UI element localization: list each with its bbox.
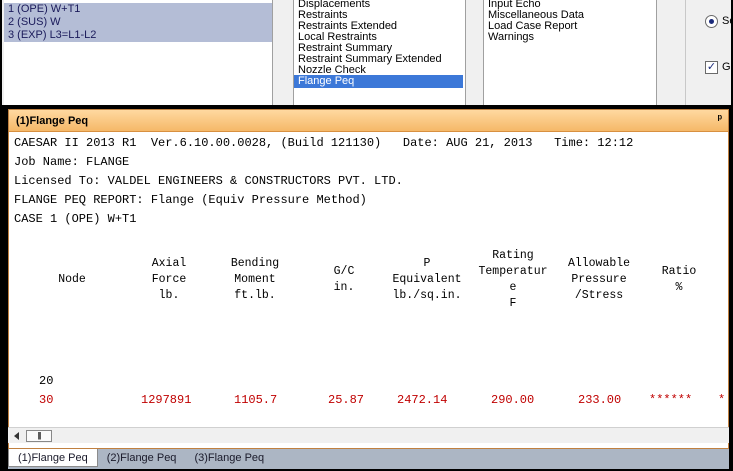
report-version-line: CAESAR II 2013 R1 Ver.6.10.00.0028, (Bui… xyxy=(14,136,634,150)
col-header-ratio: Ratio % xyxy=(661,265,697,294)
list-scrollbar[interactable] xyxy=(273,0,293,105)
report-content: CAESAR II 2013 R1 Ver.6.10.00.0028, (Bui… xyxy=(9,132,728,432)
table-cell-ratio: ****** xyxy=(649,393,693,407)
tab-flange-peq-1[interactable]: (1)Flange Peq xyxy=(8,449,98,467)
report-item-flange-peq[interactable]: Flange Peq xyxy=(294,75,463,88)
report-tab-bar: (1)Flange Peq (2)Flange Peq (3)Flange Pe… xyxy=(8,449,729,469)
output-radio[interactable] xyxy=(705,15,718,28)
option-checkbox[interactable]: ✓ xyxy=(705,61,718,74)
load-case-item[interactable]: 3 (EXP) L3=L1-L2 xyxy=(4,29,272,42)
pin-icon[interactable]: ᵖ xyxy=(718,113,722,125)
report-license: Licensed To: VALDEL ENGINEERS & CONSTRUC… xyxy=(14,174,403,188)
table-cell-peq: 2472.14 xyxy=(397,393,448,407)
col-header-bending-moment: Bending Moment ft.lb. xyxy=(230,257,280,302)
report-case: CASE 1 (OPE) W+T1 xyxy=(14,212,137,226)
option-checkbox-label: Ge xyxy=(722,61,733,73)
output-options: Se ✓ Ge xyxy=(685,0,733,105)
general-report-list[interactable]: Input Echo Miscellaneous Data Load Case … xyxy=(483,0,657,105)
tab-flange-peq-3[interactable]: (3)Flange Peq xyxy=(185,449,273,467)
report-window-title: (1)Flange Peq xyxy=(16,114,89,127)
table-cell-bending: 1105.7 xyxy=(234,393,278,407)
list-scrollbar[interactable] xyxy=(466,0,483,105)
horizontal-scrollbar[interactable]: ||| xyxy=(8,427,729,443)
report-window: (1)Flange Peq ᵖ CAESAR II 2013 R1 Ver.6.… xyxy=(8,109,729,449)
report-type-list[interactable]: Displacements Restraints Restraints Exte… xyxy=(293,0,466,105)
report-title: FLANGE PEQ REPORT: Flange (Equiv Pressur… xyxy=(14,193,367,207)
report-window-header: (1)Flange Peq ᵖ xyxy=(9,110,728,132)
table-cell-temp: 290.00 xyxy=(491,393,535,407)
load-case-item[interactable]: 2 (SUS) W xyxy=(4,16,272,29)
table-cell-gc: 25.87 xyxy=(328,393,365,407)
table-cell-node: 30 xyxy=(39,393,54,407)
table-cell-node: 20 xyxy=(39,374,54,388)
load-case-item[interactable]: 1 (OPE) W+T1 xyxy=(4,3,272,16)
output-radio-label: Se xyxy=(722,15,733,27)
col-header-p-equivalent: P Equivalent lb./sq.in. xyxy=(392,257,462,302)
col-header-axial-force: Axial Force lb. xyxy=(151,257,187,302)
col-header-allowable: Allowable Pressure /Stress xyxy=(567,257,631,302)
scroll-thumb[interactable]: ||| xyxy=(26,430,52,442)
table-cell-overflow: * xyxy=(718,393,726,407)
load-case-list[interactable]: 1 (OPE) W+T1 2 (SUS) W 3 (EXP) L3=L1-L2 xyxy=(4,0,273,105)
scroll-left-icon[interactable] xyxy=(14,432,19,440)
col-header-gc: G/C in. xyxy=(333,265,355,294)
report-job-name: Job Name: FLANGE xyxy=(14,155,130,169)
list-scrollbar[interactable] xyxy=(657,0,685,105)
col-header-node: Node xyxy=(58,273,86,286)
table-cell-axial: 1297891 xyxy=(141,393,192,407)
table-cell-allowable: 233.00 xyxy=(578,393,622,407)
tab-flange-peq-2[interactable]: (2)Flange Peq xyxy=(98,449,186,467)
col-header-rating-temp: Rating Temperatur e F xyxy=(478,249,548,310)
report-options-panel: 1 (OPE) W+T1 2 (SUS) W 3 (EXP) L3=L1-L2 … xyxy=(2,0,733,105)
